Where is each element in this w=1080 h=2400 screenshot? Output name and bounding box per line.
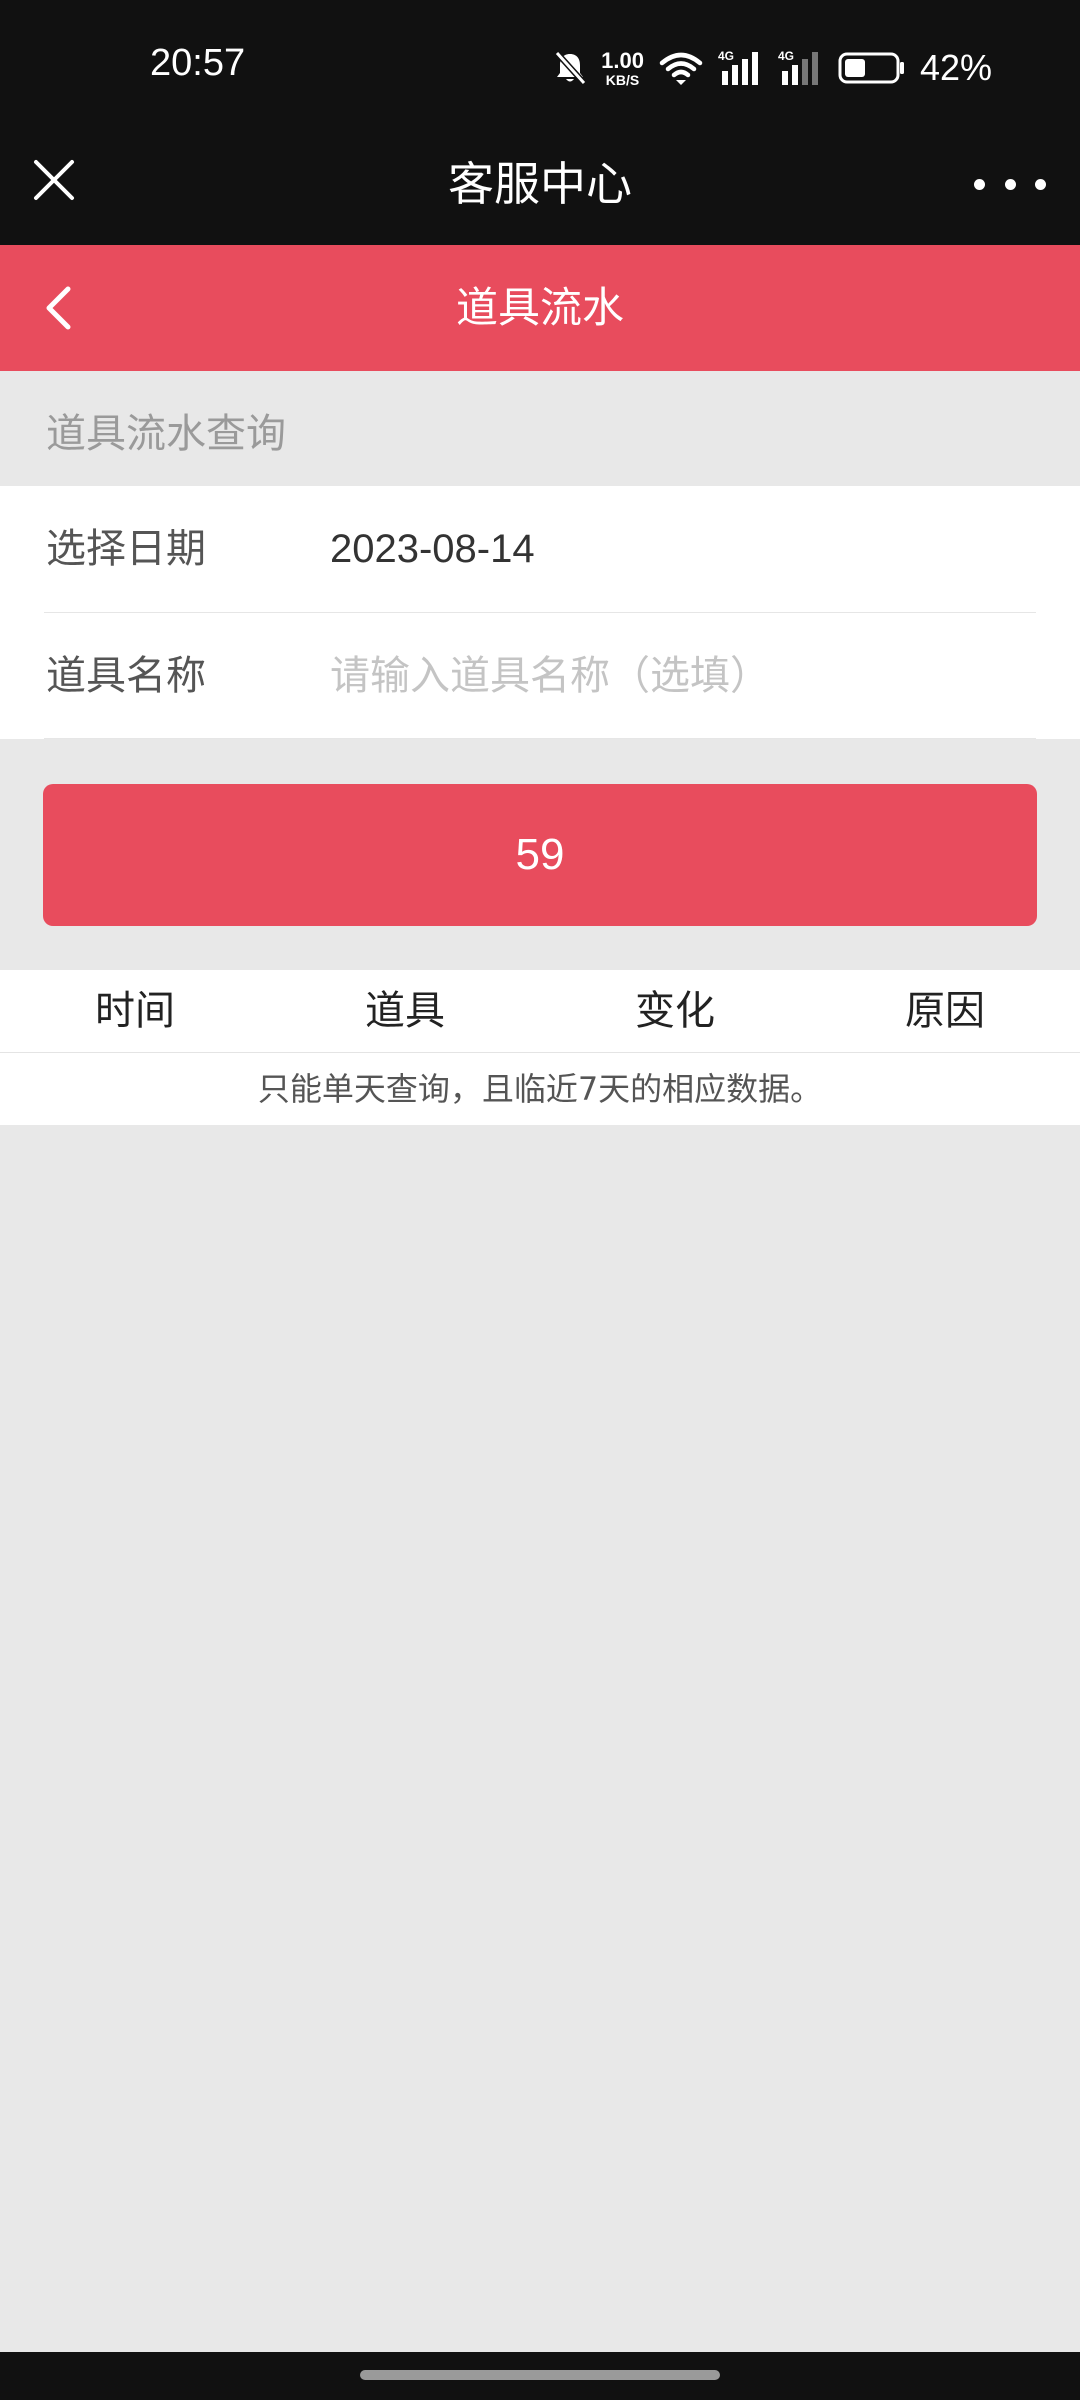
section-title: 道具流水查询 — [46, 411, 286, 457]
more-dot — [1004, 178, 1016, 190]
network-speed-unit: KB/S — [605, 71, 640, 88]
signal-2-label: 4G — [778, 49, 794, 63]
network-speed: 1.00 KB/S — [601, 47, 644, 88]
column-header-change: 变化 — [635, 988, 715, 1034]
status-icons: 1.00 KB/S 4G 4G 42% — [553, 48, 992, 88]
battery-icon — [838, 52, 904, 84]
column-header-item: 道具 — [365, 988, 445, 1034]
query-form: 选择日期 2023-08-14 道具名称 — [0, 486, 1080, 739]
battery-percent: 42% — [919, 47, 992, 88]
table-note: 只能单天查询，且临近7天的相应数据。 — [0, 1053, 1080, 1125]
more-dot — [974, 178, 985, 190]
more-dot — [1035, 178, 1046, 190]
signal-1-label: 4G — [718, 49, 734, 63]
column-header-time: 时间 — [95, 988, 175, 1034]
status-time: 20:57 — [150, 42, 246, 84]
more-icon[interactable] — [974, 164, 1046, 204]
page-header: 道具流水 — [0, 245, 1080, 371]
home-indicator[interactable] — [360, 2370, 720, 2380]
date-label: 选择日期 — [46, 526, 206, 572]
item-name-label: 道具名称 — [46, 653, 206, 699]
date-picker[interactable]: 2023-08-14 — [330, 486, 535, 612]
table-header: 时间 道具 变化 原因 — [0, 970, 1080, 1052]
back-icon[interactable] — [34, 281, 88, 335]
wifi-icon — [659, 52, 703, 85]
app-title-bar: 客服中心 — [0, 124, 1080, 245]
bell-muted-icon — [554, 50, 587, 86]
page-title: 道具流水 — [455, 283, 624, 332]
item-name-row: 道具名称 — [0, 613, 1080, 739]
query-button[interactable]: 59 — [43, 784, 1037, 926]
close-icon[interactable] — [28, 154, 80, 206]
system-nav-bar — [0, 2352, 1080, 2400]
status-bar: 20:57 1.00 KB/S 4G 4G 42% — [0, 0, 1080, 124]
item-name-input[interactable] — [330, 641, 1030, 711]
date-row[interactable]: 选择日期 2023-08-14 — [0, 486, 1080, 612]
column-header-reason: 原因 — [905, 988, 985, 1034]
form-divider — [44, 738, 1036, 739]
app-title: 客服中心 — [448, 157, 632, 211]
network-speed-value: 1.00 — [601, 47, 644, 73]
signal-icon: 4G — [718, 49, 758, 85]
battery-fill — [844, 59, 865, 77]
signal-icon: 4G — [778, 49, 818, 85]
